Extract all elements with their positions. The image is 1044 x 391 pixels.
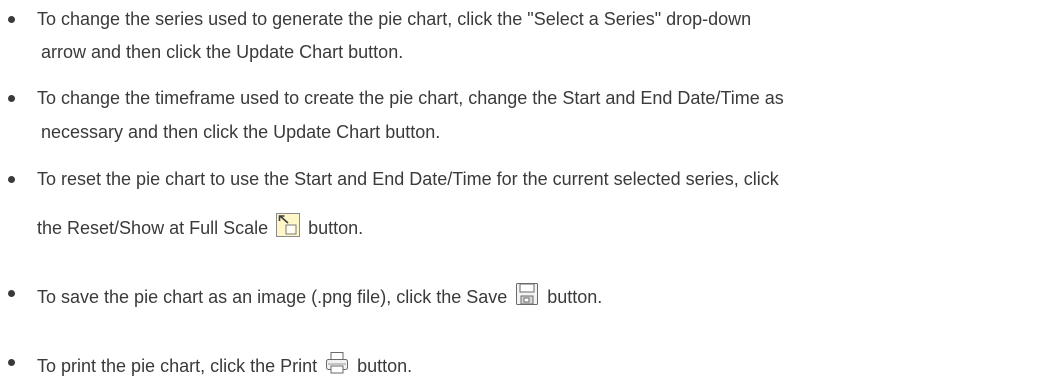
instruction-list: To change the series used to generate th… bbox=[0, 0, 1044, 391]
bullet-text: button. bbox=[357, 356, 413, 376]
bullet-dot bbox=[8, 176, 15, 183]
bullet-dot bbox=[8, 16, 15, 23]
bullet-text-line: To change the timeframe used to create t… bbox=[37, 88, 784, 108]
bullet-text: To print the pie chart, click the Print bbox=[37, 356, 318, 376]
reset-full-scale-icon bbox=[276, 213, 301, 237]
bullet-text-line-with-icon: To print the pie chart, click the Print b… bbox=[37, 351, 412, 377]
bullet-dot bbox=[8, 359, 15, 366]
bullet-text-line-with-icon: To save the pie chart as an image (.png … bbox=[37, 282, 602, 308]
bullet-text: button. bbox=[547, 287, 603, 307]
bullet-text: button. bbox=[308, 218, 364, 238]
save-icon bbox=[515, 282, 539, 306]
bullet-text-line: To change the series used to generate th… bbox=[37, 9, 752, 29]
print-icon bbox=[325, 351, 349, 375]
bullet-text: To save the pie chart as an image (.png … bbox=[37, 287, 508, 307]
bullet-text-line-with-icon: the Reset/Show at Full Scale button. bbox=[37, 213, 363, 239]
bullet-dot bbox=[8, 95, 15, 102]
bullet-text-line: arrow and then click the Update Chart bu… bbox=[41, 42, 404, 62]
bullet-text: the Reset/Show at Full Scale bbox=[37, 218, 269, 238]
bullet-text-line: To reset the pie chart to use the Start … bbox=[37, 169, 779, 189]
bullet-text-line: necessary and then click the Update Char… bbox=[41, 122, 441, 142]
bullet-dot bbox=[8, 290, 15, 297]
